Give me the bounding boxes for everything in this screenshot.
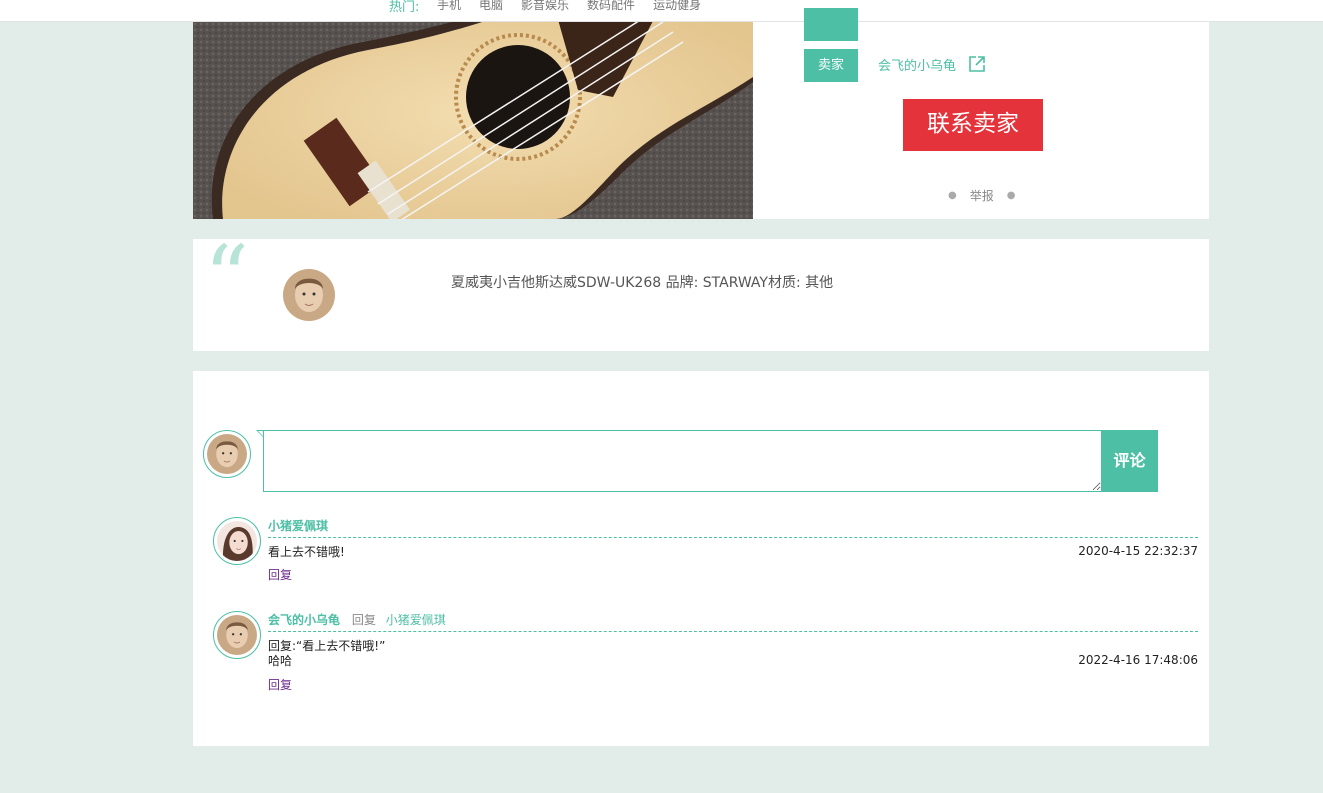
comment-author[interactable]: 小猪爱佩琪 (268, 519, 328, 533)
comment-line: 看上去不错哦! (268, 545, 345, 559)
avatar-female-icon (213, 517, 261, 565)
product-panel: 卖家 会飞的小乌龟 联系卖家 ● 举报 ● (193, 8, 1209, 219)
comment-text: 看上去不错哦! (268, 545, 345, 560)
comment-item: 会飞的小乌龟 回复 小猪爱佩琪 回复:“看上去不错哦!” 哈哈 2022-4-1… (213, 611, 1198, 693)
report-row: ● 举报 ● (948, 187, 1015, 204)
comment-time: 2022-4-16 17:48:06 (1078, 653, 1198, 667)
comment-line: 哈哈 (268, 654, 293, 668)
phone-label-partial (804, 8, 858, 41)
comment-text: 回复:“看上去不错哦!” 哈哈 (268, 639, 385, 669)
comment-header: 会飞的小乌龟 回复 小猪爱佩琪 (268, 611, 1198, 632)
quote-icon: “ (204, 226, 249, 329)
comment-input[interactable] (263, 430, 1102, 492)
comment-header: 小猪爱佩琪 (268, 517, 1198, 538)
nav-category-av[interactable]: 影音娱乐 (521, 0, 569, 13)
top-nav: 热门: 手机 电脑 影音娱乐 数码配件 运动健身 (0, 0, 1323, 22)
product-description: 夏威夷小吉他斯达威SDW-UK268 品牌: STARWAY材质: 其他 (451, 275, 834, 291)
comment-submit-button[interactable]: 评论 (1101, 430, 1158, 492)
comment-item: 小猪爱佩琪 看上去不错哦! 2020-4-15 22:32:37 回复 (213, 517, 1198, 582)
bullet-icon: ● (948, 190, 957, 201)
reply-word: 回复 (351, 613, 376, 627)
bullet-icon: ● (1006, 190, 1016, 201)
comment-line: 回复:“看上去不错哦!” (268, 639, 386, 653)
seller-name-link[interactable]: 会飞的小乌龟 (878, 55, 956, 74)
comment-time: 2020-4-15 22:32:37 (1078, 544, 1198, 558)
contact-seller-button[interactable]: 联系卖家 (903, 99, 1043, 151)
nav-category-sports[interactable]: 运动健身 (653, 0, 701, 13)
comment-panel: 评论 小猪爱佩琪 看上去不错哦! 2020-4-15 22:32:37 回复 会… (193, 371, 1209, 746)
reply-link[interactable]: 回复 (268, 566, 292, 583)
avatar (283, 269, 335, 321)
current-user-avatar (203, 430, 251, 478)
nav-category-phone[interactable]: 手机 (437, 0, 461, 13)
external-link-icon[interactable] (968, 55, 986, 73)
product-image (193, 22, 753, 219)
nav-category-accessories[interactable]: 数码配件 (587, 0, 635, 13)
reply-link[interactable]: 回复 (268, 676, 292, 693)
comment-author[interactable]: 会飞的小乌龟 (268, 613, 340, 627)
description-panel: “ 夏威夷小吉他斯达威SDW-UK268 品牌: STARWAY材质: 其他 (193, 234, 1209, 351)
seller-label: 卖家 (804, 49, 858, 82)
hot-label: 热门: (389, 0, 420, 15)
reply-target[interactable]: 小猪爱佩琪 (386, 613, 446, 627)
report-link[interactable]: 举报 (970, 187, 994, 204)
nav-category-computer[interactable]: 电脑 (479, 0, 503, 13)
avatar-male-icon (213, 611, 261, 659)
category-list: 手机 电脑 影音娱乐 数码配件 运动健身 (437, 0, 719, 13)
